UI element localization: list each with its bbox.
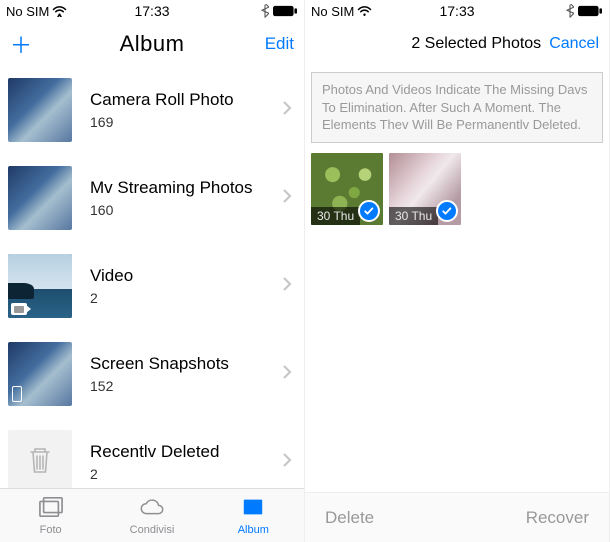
nav-bar: ＋ Album Edit <box>0 22 304 66</box>
carrier-label: No SIM <box>311 4 354 19</box>
album-count: 2 <box>90 290 282 306</box>
album-row-camera-roll[interactable]: Camera Roll Photo 169 <box>0 66 304 154</box>
album-row-video[interactable]: Video 2 <box>0 242 304 330</box>
video-icon <box>11 303 27 315</box>
album-thumbnail <box>8 78 72 142</box>
wifi-icon <box>52 5 67 17</box>
clock: 17:33 <box>439 3 474 19</box>
album-row-snapshots[interactable]: Screen Snapshots 152 <box>0 330 304 418</box>
tab-album[interactable]: Album <box>203 489 304 542</box>
status-bar: No SIM 17:33 <box>305 0 609 22</box>
album-thumbnail <box>8 254 72 318</box>
chevron-right-icon <box>282 276 292 297</box>
page-title: Album <box>120 31 185 57</box>
album-row-streaming[interactable]: Mv Streaming Photos 160 <box>0 154 304 242</box>
selected-check-icon <box>436 200 458 222</box>
cancel-button[interactable]: Cancel <box>549 35 599 53</box>
album-title: Mv Streaming Photos <box>90 178 282 198</box>
album-thumbnail <box>8 166 72 230</box>
chevron-right-icon <box>282 100 292 121</box>
date-badge: 30 Thu <box>311 207 360 225</box>
date-badge: 30 Thu <box>389 207 438 225</box>
tab-label: Album <box>238 524 269 536</box>
tab-bar: Foto Condivisi Album <box>0 488 304 542</box>
album-list: Camera Roll Photo 169 Mv Streaming Photo… <box>0 66 304 488</box>
album-thumbnail <box>8 342 72 406</box>
album-count: 160 <box>90 202 282 218</box>
selection-count: 2 Selected Photos <box>411 35 541 53</box>
album-title: Recentlv Deleted <box>90 442 282 462</box>
carrier-label: No SIM <box>6 4 49 19</box>
delete-button[interactable]: Delete <box>325 508 374 528</box>
chevron-right-icon <box>282 188 292 209</box>
status-bar: No SIM 17:33 <box>0 0 304 22</box>
album-title: Screen Snapshots <box>90 354 282 374</box>
add-button[interactable]: ＋ <box>10 28 32 60</box>
tab-label: Foto <box>40 524 62 536</box>
tab-foto[interactable]: Foto <box>0 489 101 542</box>
chevron-right-icon <box>282 452 292 473</box>
left-screen: No SIM 17:33 ＋ Album Edit Camera Roll Ph… <box>0 0 305 542</box>
nav-bar: 2 Selected Photos Cancel <box>305 22 609 66</box>
album-title: Camera Roll Photo <box>90 90 282 110</box>
bluetooth-icon <box>261 4 269 18</box>
album-icon <box>239 495 267 522</box>
trash-icon <box>26 444 54 481</box>
tab-label: Condivisi <box>130 524 175 536</box>
info-message: Photos And Videos Indicate The Missing D… <box>311 72 603 143</box>
photo-thumbnail[interactable]: 30 Thu <box>389 153 461 225</box>
battery-icon <box>272 5 298 17</box>
photos-icon <box>37 495 65 522</box>
photo-grid: 30 Thu 30 Thu <box>305 153 609 225</box>
selected-check-icon <box>358 200 380 222</box>
bluetooth-icon <box>566 4 574 18</box>
clock: 17:33 <box>134 3 169 19</box>
phone-icon <box>12 386 22 402</box>
cloud-icon <box>138 495 166 522</box>
album-count: 2 <box>90 466 282 482</box>
bottom-toolbar: Delete Recover <box>305 492 609 542</box>
album-count: 152 <box>90 378 282 394</box>
tab-condivisi[interactable]: Condivisi <box>101 489 202 542</box>
chevron-right-icon <box>282 364 292 385</box>
album-count: 169 <box>90 114 282 130</box>
wifi-icon <box>357 5 372 17</box>
album-title: Video <box>90 266 282 286</box>
edit-button[interactable]: Edit <box>265 34 294 54</box>
album-row-recently-deleted[interactable]: Recentlv Deleted 2 <box>0 418 304 488</box>
recover-button[interactable]: Recover <box>526 508 589 528</box>
battery-icon <box>577 5 603 17</box>
right-screen: No SIM 17:33 2 Selected Photos Cancel Ph… <box>305 0 610 542</box>
photo-thumbnail[interactable]: 30 Thu <box>311 153 383 225</box>
album-thumbnail <box>8 430 72 488</box>
